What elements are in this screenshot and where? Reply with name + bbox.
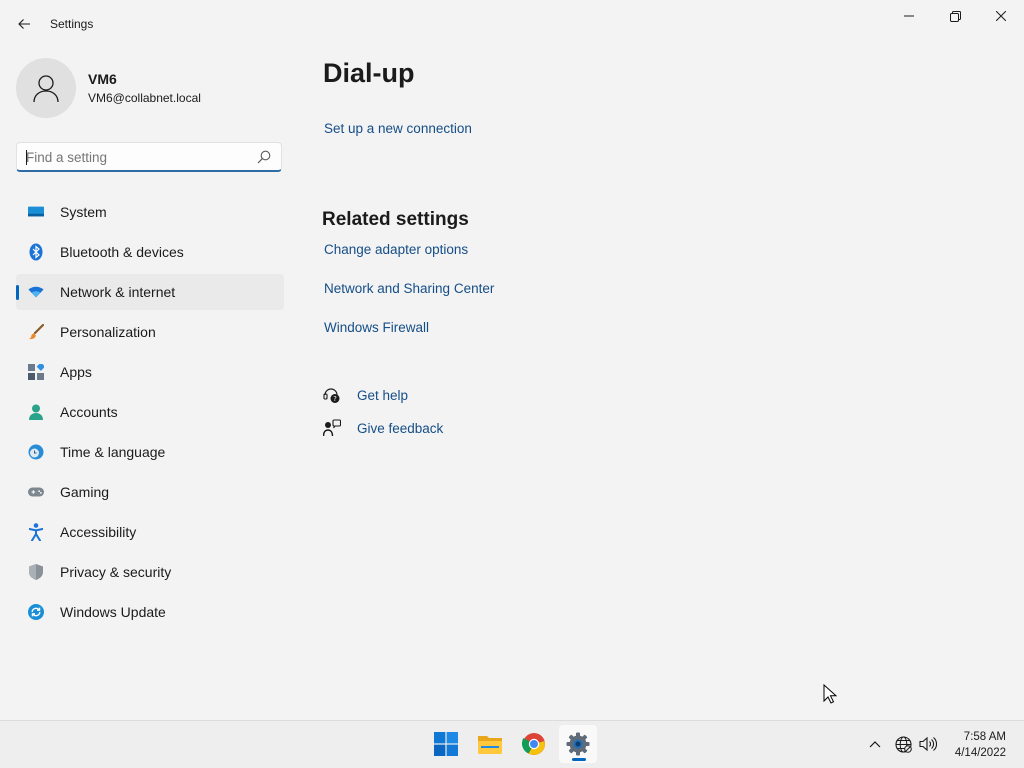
sidebar-item-bluetooth-devices[interactable]: Bluetooth & devices: [16, 234, 284, 270]
user-profile[interactable]: VM6 VM6@collabnet.local: [16, 58, 286, 118]
speaker-icon: [919, 736, 937, 752]
chrome-button[interactable]: [515, 725, 553, 763]
show-hidden-icons-button[interactable]: [866, 735, 884, 753]
search-input[interactable]: [26, 147, 246, 167]
close-button[interactable]: [978, 0, 1024, 32]
minimize-icon: [904, 15, 914, 17]
file-explorer-icon: [478, 736, 502, 754]
svg-text:?: ?: [333, 395, 337, 403]
back-arrow-icon: [18, 19, 30, 29]
related-settings-heading: Related settings: [322, 209, 469, 230]
sidebar-item-time-language[interactable]: Time & language: [16, 434, 284, 470]
sidebar-item-personalization[interactable]: Personalization: [16, 314, 284, 350]
shield-icon: [28, 564, 44, 580]
feedback-icon: [323, 419, 341, 437]
user-email: VM6@collabnet.local: [88, 91, 201, 105]
give-feedback-link[interactable]: Give feedback: [357, 421, 443, 436]
avatar: [16, 58, 76, 118]
sidebar-item-label: Accounts: [60, 404, 118, 420]
file-explorer-button[interactable]: [471, 725, 509, 763]
person-icon: [33, 75, 59, 103]
sidebar-item-label: Windows Update: [60, 604, 166, 620]
search-box[interactable]: [16, 142, 282, 172]
start-icon: [434, 732, 458, 756]
get-help-icon: ?: [323, 388, 340, 403]
sidebar-item-label: Network & internet: [60, 284, 176, 300]
sidebar-item-gaming[interactable]: Gaming: [16, 474, 284, 510]
minimize-button[interactable]: [886, 0, 932, 32]
setup-new-connection-link[interactable]: Set up a new connection: [324, 121, 472, 136]
title-bar: Settings: [0, 0, 1024, 48]
sidebar-item-accounts[interactable]: Accounts: [16, 394, 284, 430]
chevron-up-icon: [869, 741, 881, 748]
sidebar-item-label: Accessibility: [60, 524, 137, 540]
sidebar-nav: System Bluetooth & devices Network & int…: [16, 194, 284, 634]
update-icon: [28, 604, 44, 620]
get-help-link[interactable]: Get help: [357, 388, 408, 403]
globe-clock-icon: [28, 444, 44, 460]
sidebar-item-apps[interactable]: Apps: [16, 354, 284, 390]
sidebar-item-label: Apps: [60, 364, 92, 380]
gamepad-icon: [28, 484, 44, 500]
settings-taskbar-button[interactable]: [559, 725, 597, 763]
settings-icon: [566, 732, 590, 756]
sidebar-item-label: Bluetooth & devices: [60, 244, 184, 260]
globe-icon: [894, 735, 912, 753]
mouse-pointer-icon: [823, 684, 837, 704]
close-icon: [996, 11, 1006, 21]
wifi-icon: [28, 284, 44, 300]
monitor-icon: [28, 204, 44, 220]
sidebar-item-label: Time & language: [60, 444, 166, 460]
change-adapter-options-link[interactable]: Change adapter options: [324, 242, 468, 257]
back-button[interactable]: [10, 10, 38, 38]
restore-icon: [949, 10, 961, 22]
text-caret: [26, 150, 27, 165]
apps-icon: [28, 364, 44, 380]
start-button[interactable]: [427, 725, 465, 763]
windows-firewall-link[interactable]: Windows Firewall: [324, 320, 429, 335]
sidebar-item-system[interactable]: System: [16, 194, 284, 230]
paintbrush-icon: [28, 324, 44, 340]
sidebar-item-label: Gaming: [60, 484, 110, 500]
page-title: Dial-up: [323, 58, 415, 88]
chrome-icon: [522, 733, 545, 755]
person-icon: [28, 404, 44, 420]
sidebar-item-network-internet[interactable]: Network & internet: [16, 274, 284, 310]
sidebar-item-label: Privacy & security: [60, 564, 172, 580]
clock-date: 4/14/2022: [954, 747, 1006, 759]
network-tray-button[interactable]: [894, 735, 912, 753]
search-icon[interactable]: [257, 150, 271, 164]
accessibility-icon: [28, 523, 44, 541]
sidebar-item-windows-update[interactable]: Windows Update: [16, 594, 284, 630]
taskbar-clock[interactable]: 7:58 AM 4/14/2022: [955, 729, 1006, 761]
sidebar-item-label: Personalization: [60, 324, 156, 340]
sidebar-item-privacy-security[interactable]: Privacy & security: [16, 554, 284, 590]
restore-button[interactable]: [932, 0, 978, 32]
active-app-indicator: [572, 758, 586, 761]
volume-tray-button[interactable]: [919, 735, 937, 753]
app-title: Settings: [50, 17, 94, 31]
clock-time: 7:58 AM: [963, 731, 1006, 743]
sidebar-item-label: System: [60, 204, 107, 220]
bluetooth-icon: [28, 243, 44, 261]
user-name: VM6: [88, 71, 117, 87]
taskbar: 7:58 AM 4/14/2022: [0, 720, 1024, 768]
network-sharing-center-link[interactable]: Network and Sharing Center: [324, 281, 494, 296]
sidebar-item-accessibility[interactable]: Accessibility: [16, 514, 284, 550]
active-indicator: [16, 285, 19, 300]
